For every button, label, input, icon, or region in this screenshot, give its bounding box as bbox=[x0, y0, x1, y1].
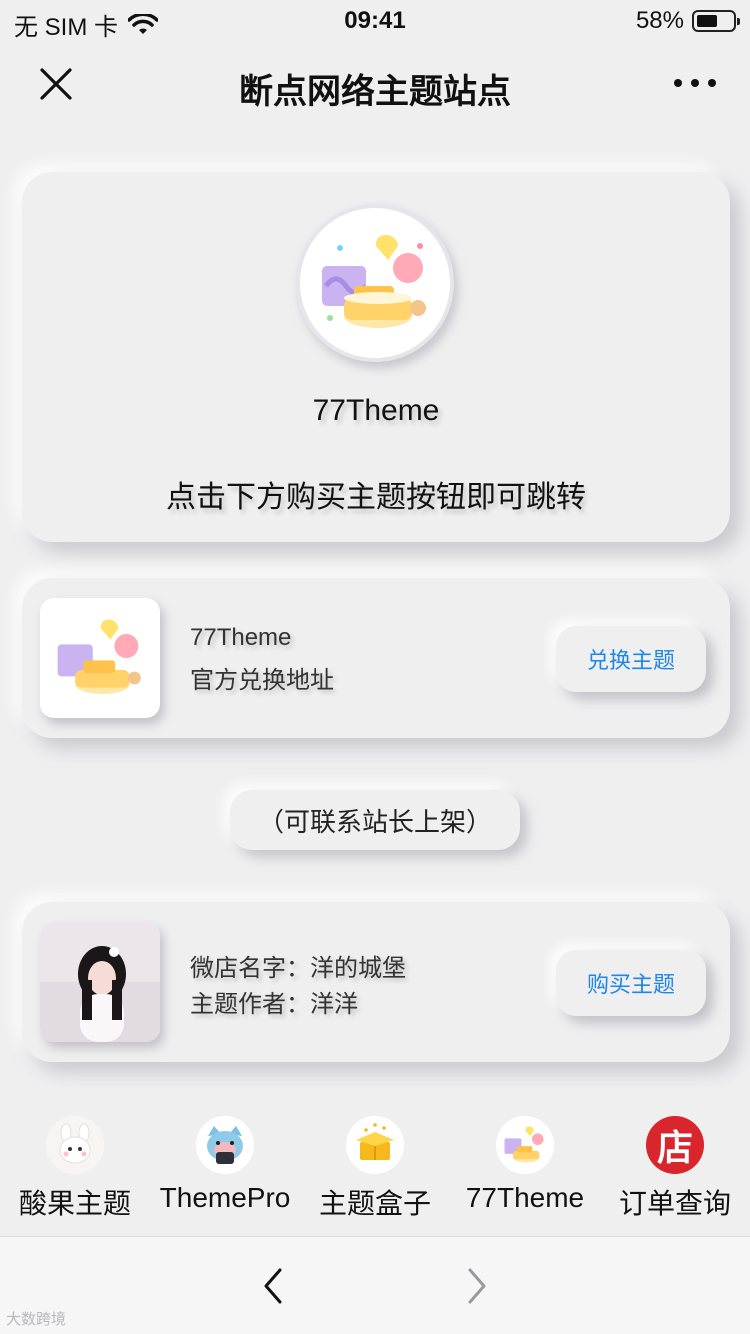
more-icon-dot bbox=[691, 79, 699, 87]
back-button[interactable] bbox=[258, 1267, 288, 1305]
theme-avatar bbox=[296, 204, 454, 362]
buy-theme-button[interactable]: 购买主题 bbox=[556, 950, 706, 1016]
shortcut-77theme[interactable]: 77Theme bbox=[450, 1116, 600, 1214]
page-title: 断点网络主题站点 bbox=[239, 73, 511, 111]
chevron-right-icon bbox=[468, 1268, 486, 1304]
shortcut-label: 酸果主题 bbox=[18, 1188, 131, 1219]
shop-name: 微店名字：洋的城堡 bbox=[190, 955, 406, 982]
shortcut-theme-box[interactable]: 主题盒子 bbox=[300, 1116, 450, 1222]
author-avatar-icon bbox=[40, 922, 160, 1042]
exchange-subtitle: 官方兑换地址 bbox=[190, 667, 334, 694]
more-icon-dot bbox=[708, 79, 716, 87]
exchange-theme-button[interactable]: 兑换主题 bbox=[556, 626, 706, 692]
exchange-thumbnail bbox=[40, 598, 160, 718]
hero-card: 77Theme 点击下方购买主题按钮即可跳转 bbox=[22, 172, 730, 542]
shortcut-bar: 酸果主题 ThemePro 主题盒子 77Theme 店 订单查询 bbox=[0, 1116, 750, 1226]
watermark: 大数跨境 bbox=[6, 1311, 67, 1328]
status-bar: 无 SIM 卡 09:41 58% bbox=[0, 0, 750, 41]
shortcut-suanguo[interactable]: 酸果主题 bbox=[0, 1116, 150, 1222]
chevron-left-icon bbox=[264, 1268, 282, 1304]
exchange-card: 77Theme 官方兑换地址 兑换主题 bbox=[22, 578, 730, 738]
exchange-title: 77Theme bbox=[190, 624, 292, 651]
shop-card: 微店名字：洋的城堡 主题作者：洋洋 购买主题 bbox=[22, 902, 730, 1062]
theme-name: 77Theme bbox=[312, 394, 440, 427]
browser-toolbar bbox=[0, 1236, 750, 1334]
cake-icon bbox=[496, 1116, 554, 1174]
shortcut-label: ThemePro bbox=[159, 1182, 291, 1213]
shortcut-label: 77Theme bbox=[465, 1182, 585, 1213]
battery-percent: 58% bbox=[635, 7, 684, 34]
shortcut-label: 订单查询 bbox=[618, 1188, 731, 1219]
shop-icon: 店 bbox=[646, 1116, 704, 1174]
cake-icon bbox=[322, 234, 426, 328]
battery-group: 58% bbox=[635, 7, 740, 35]
shortcut-themepro[interactable]: ThemePro bbox=[150, 1116, 300, 1214]
nav-bar: 断点网络主题站点 bbox=[0, 40, 750, 128]
forward-button[interactable] bbox=[462, 1267, 492, 1305]
cat-icon bbox=[196, 1116, 254, 1174]
bunny-icon bbox=[46, 1116, 104, 1174]
gift-box-icon bbox=[346, 1116, 404, 1174]
theme-author: 主题作者：洋洋 bbox=[190, 991, 358, 1018]
cake-icon bbox=[57, 619, 141, 694]
contact-admin-pill[interactable]: （可联系站长上架） bbox=[230, 790, 520, 850]
more-icon-dot bbox=[674, 79, 682, 87]
shop-glyph: 店 bbox=[656, 1128, 693, 1169]
more-button[interactable] bbox=[674, 68, 716, 98]
shortcut-label: 主题盒子 bbox=[318, 1188, 431, 1219]
battery-icon bbox=[692, 10, 740, 32]
shortcut-order-query[interactable]: 店 订单查询 bbox=[600, 1116, 750, 1222]
author-photo bbox=[40, 922, 160, 1042]
purchase-hint: 点击下方购买主题按钮即可跳转 bbox=[166, 481, 586, 514]
